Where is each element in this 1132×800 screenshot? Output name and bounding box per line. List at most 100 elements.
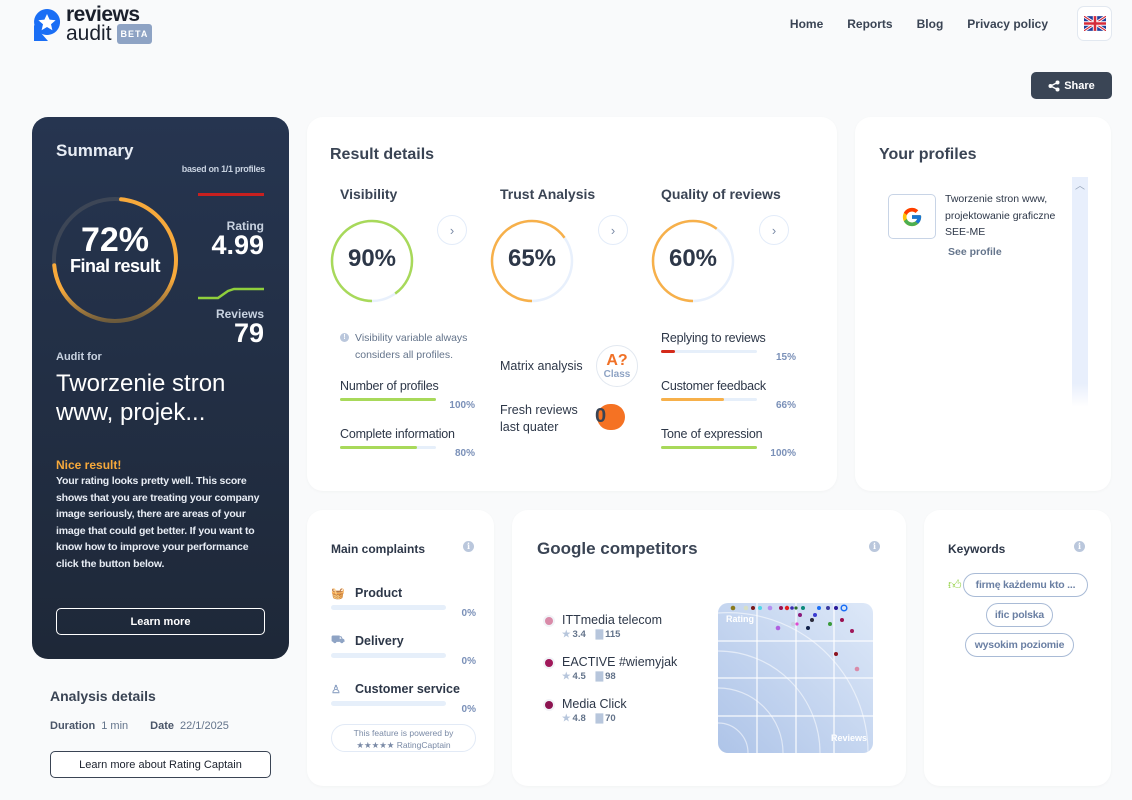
star-icon: ★ <box>562 713 571 724</box>
trust-details-button[interactable]: › <box>598 215 628 245</box>
trust-analysis-title: Trust Analysis <box>500 186 596 202</box>
rating-captain-button[interactable]: Learn more about Rating Captain <box>50 751 271 778</box>
scatter-point <box>854 666 860 672</box>
matrix-analysis-label: Matrix analysis <box>500 359 583 373</box>
scatter-point <box>806 626 810 630</box>
reviews-sparkline <box>198 287 264 300</box>
audit-for-label: Audit for <box>56 351 102 363</box>
competitor-color-dot <box>545 701 553 709</box>
main-nav: Home Reports Blog Privacy policy <box>790 17 1048 31</box>
share-button[interactable]: Share <box>1031 72 1112 99</box>
scatter-point <box>751 606 755 610</box>
competitors-scatter-chart: Rating Reviews <box>718 603 873 753</box>
visibility-percent: 90% <box>347 245 397 272</box>
see-profile-link[interactable]: See profile <box>948 246 1002 258</box>
metric-replying-to-reviews: Replying to reviews 15% <box>661 331 796 363</box>
complaint-product: 🧺 Product 0% <box>331 586 476 619</box>
final-result-label: Final result <box>69 256 161 276</box>
metric-tone-of-expression: Tone of expression 100% <box>661 427 796 459</box>
chart-axis-reviews: Reviews <box>831 733 867 743</box>
comment-icon: ▇ <box>595 671 604 682</box>
profiles-scrollbar[interactable]: ︿ <box>1072 177 1088 407</box>
quality-details-button[interactable]: › <box>759 215 789 245</box>
nav-home[interactable]: Home <box>790 17 823 31</box>
info-icon[interactable]: i <box>463 541 474 552</box>
scatter-point <box>828 622 832 626</box>
scatter-point <box>775 625 781 631</box>
keyword-chip[interactable]: ific polska <box>986 603 1053 627</box>
competitor-color-dot <box>545 617 553 625</box>
scatter-point <box>817 606 821 610</box>
info-icon[interactable]: i <box>869 541 880 552</box>
google-competitors-card: Google competitors i ITTmedia telecom ★ 3… <box>512 510 906 786</box>
keyword-chip[interactable]: firmę każdemu kto ... <box>963 573 1088 597</box>
scatter-point <box>834 606 838 610</box>
competitor-item[interactable]: Media Click ★ 4.8 ▇ 70 <box>545 697 627 724</box>
chevron-right-icon: › <box>449 222 455 238</box>
keywords-title: Keywords <box>948 542 1006 556</box>
chevron-right-icon: › <box>610 222 616 238</box>
main-complaints-card: Main complaints i 🧺 Product 0% ⛟ Delivery … <box>307 510 494 786</box>
fresh-reviews-label: Fresh reviews last quater <box>500 403 578 434</box>
comment-icon: ▇ <box>595 629 604 640</box>
rating-trend-line <box>198 193 264 196</box>
reviews-value: 79 <box>233 318 264 348</box>
google-competitors-title: Google competitors <box>537 539 698 558</box>
duration-label: Duration <box>50 720 96 732</box>
result-heading: Nice result! <box>56 458 122 472</box>
analysis-details-title: Analysis details <box>50 688 156 704</box>
date-value: 22/1/2025 <box>179 720 229 732</box>
powered-by-rating-captain[interactable]: This feature is powered by ★★★★★ RatingC… <box>331 724 476 752</box>
result-details-title: Result details <box>330 146 435 163</box>
nav-reports[interactable]: Reports <box>847 17 892 31</box>
basket-icon: 🧺 <box>331 587 345 600</box>
metric-complete-information: Complete information 80% <box>340 427 475 459</box>
visibility-note: ! Visibility variable always considers a… <box>340 330 480 364</box>
google-icon <box>902 207 922 226</box>
person-icon: ♙ <box>331 683 341 696</box>
logo-star-icon <box>32 7 62 43</box>
scatter-point <box>826 606 830 610</box>
complaint-customer-service: ♙ Customer service 0% <box>331 682 476 715</box>
scatter-point <box>813 613 817 617</box>
metric-customer-feedback: Customer feedback 66% <box>661 379 796 411</box>
complaint-delivery: ⛟ Delivery 0% <box>331 634 476 667</box>
your-profiles-title: Your profiles <box>879 146 977 163</box>
rating-value: 4.99 <box>211 230 264 260</box>
progress-fill <box>340 398 436 401</box>
profile-source-logo <box>888 194 936 239</box>
quality-percent: 60% <box>668 245 718 272</box>
your-profiles-card: Your profiles Tworzenie stron www, proje… <box>855 117 1111 491</box>
language-switcher[interactable] <box>1077 6 1112 41</box>
logo[interactable]: reviews audit BETA <box>32 4 153 44</box>
scatter-point <box>791 622 795 626</box>
competitor-item[interactable]: EACTIVE #wiemyjak ★ 4.5 ▇ 98 <box>545 655 677 682</box>
progress-bar <box>331 701 446 706</box>
progress-bar <box>331 605 446 610</box>
keyword-chip[interactable]: wysokim poziomie <box>965 633 1074 657</box>
based-on-profiles: based on 1/1 profiles <box>181 164 266 174</box>
share-label: Share <box>1064 79 1095 92</box>
info-icon[interactable]: i <box>1074 541 1085 552</box>
duration-value: 1 min <box>101 720 129 732</box>
comment-icon: ▇ <box>595 713 604 724</box>
visibility-title: Visibility <box>340 186 398 202</box>
star-icon: ★ <box>562 629 571 640</box>
beta-badge: BETA <box>116 24 153 44</box>
audit-company-name: Tworzenie stron www, projek... <box>56 370 226 426</box>
scatter-point-own <box>840 604 848 612</box>
result-description: Your rating looks pretty well. This scor… <box>56 475 260 570</box>
scatter-point <box>810 618 814 622</box>
scatter-point <box>779 606 783 610</box>
learn-more-button[interactable]: Learn more <box>56 608 265 635</box>
nav-blog[interactable]: Blog <box>917 17 944 31</box>
scatter-point <box>798 613 802 617</box>
scatter-point <box>730 605 736 611</box>
result-details-card: Result details Visibility Trust Analysis… <box>307 117 837 491</box>
chevron-up-icon[interactable]: ︿ <box>1075 177 1085 192</box>
nav-privacy-policy[interactable]: Privacy policy <box>967 17 1048 31</box>
competitor-item[interactable]: ITTmedia telecom ★ 3.4 ▇ 115 <box>545 613 662 640</box>
visibility-details-button[interactable]: › <box>437 215 467 245</box>
quality-of-reviews-title: Quality of reviews <box>661 186 781 202</box>
progress-fill <box>661 398 725 401</box>
